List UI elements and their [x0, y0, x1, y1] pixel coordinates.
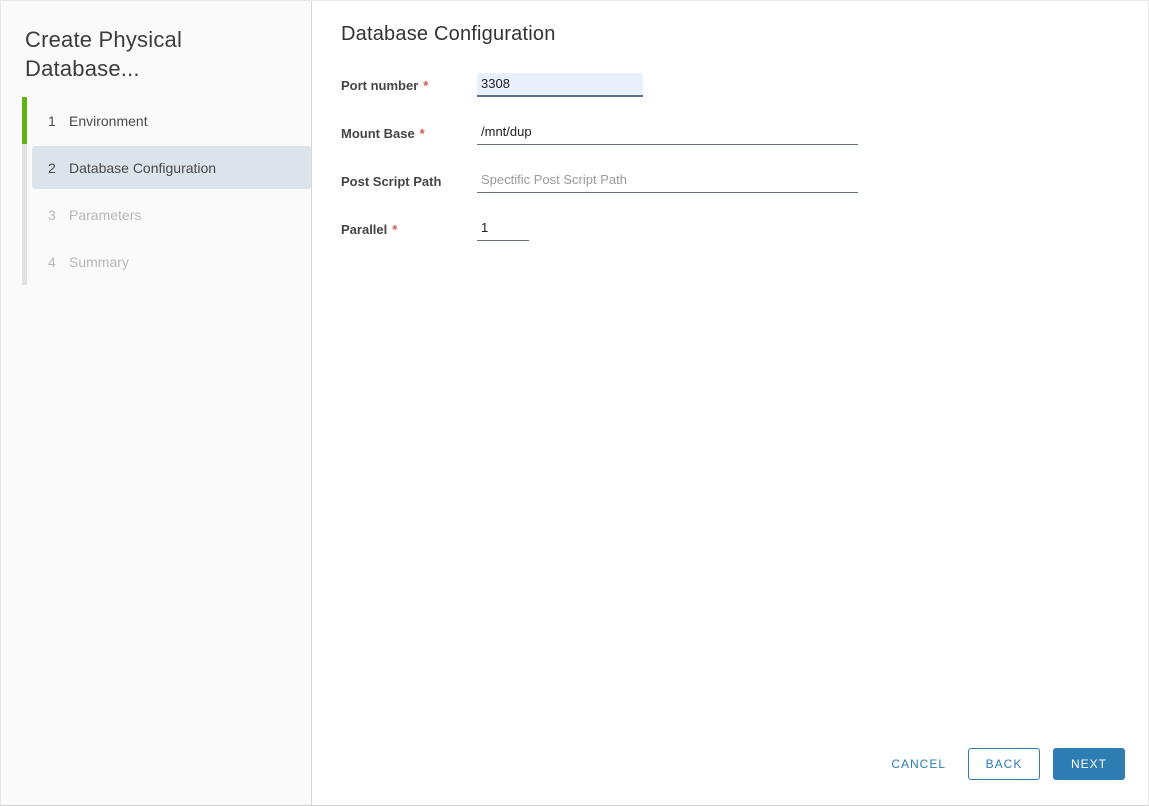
step-item-summary: 4 Summary [22, 238, 311, 285]
parallel-input[interactable] [477, 217, 529, 241]
parallel-label: Parallel [341, 221, 388, 237]
step-number: 4 [48, 253, 56, 270]
step-label: Database Configuration [69, 159, 217, 176]
port-number-label: Port number [341, 77, 419, 93]
step-progress-bar [22, 144, 27, 191]
step-progress-bar [22, 191, 27, 238]
step-number: 3 [48, 206, 56, 223]
step-item-database-configuration[interactable]: 2 Database Configuration [22, 144, 311, 191]
wizard-footer: CANCEL BACK NEXT [887, 748, 1125, 780]
step-number: 1 [48, 112, 56, 129]
field-row-port-number: Port number * [341, 73, 1148, 97]
step-item-parameters: 3 Parameters [22, 191, 311, 238]
port-number-input[interactable] [477, 73, 643, 97]
mount-base-input[interactable] [477, 121, 858, 145]
required-asterisk: * [423, 77, 429, 93]
database-configuration-form: Port number * Mount Base * Post Script P… [341, 73, 1148, 241]
cancel-button[interactable]: CANCEL [887, 748, 950, 780]
step-label: Environment [69, 112, 148, 129]
step-progress-bar [22, 97, 27, 144]
field-row-mount-base: Mount Base * [341, 121, 1148, 145]
step-progress-bar [22, 238, 27, 285]
field-row-post-script-path: Post Script Path [341, 169, 1148, 193]
step-number: 2 [48, 159, 56, 176]
required-asterisk: * [419, 125, 425, 141]
page-title: Database Configuration [341, 23, 556, 45]
field-row-parallel: Parallel * [341, 217, 1148, 241]
required-asterisk: * [392, 221, 398, 237]
create-database-wizard: Create Physical Database... 1 Environmen… [0, 0, 1149, 806]
step-label: Summary [69, 253, 129, 270]
step-label: Parameters [69, 206, 142, 223]
mount-base-label: Mount Base [341, 125, 415, 141]
next-button[interactable]: NEXT [1053, 748, 1125, 780]
wizard-title: Create Physical Database... [25, 27, 183, 81]
wizard-page: Database Configuration Port number * Mou… [312, 1, 1148, 805]
wizard-sidebar: Create Physical Database... 1 Environmen… [1, 1, 312, 805]
step-item-environment[interactable]: 1 Environment [22, 97, 311, 144]
wizard-stepper: 1 Environment 2 Database Configuration 3… [22, 97, 311, 285]
post-script-path-label: Post Script Path [341, 173, 442, 189]
back-button[interactable]: BACK [968, 748, 1040, 780]
post-script-path-input[interactable] [477, 169, 858, 193]
